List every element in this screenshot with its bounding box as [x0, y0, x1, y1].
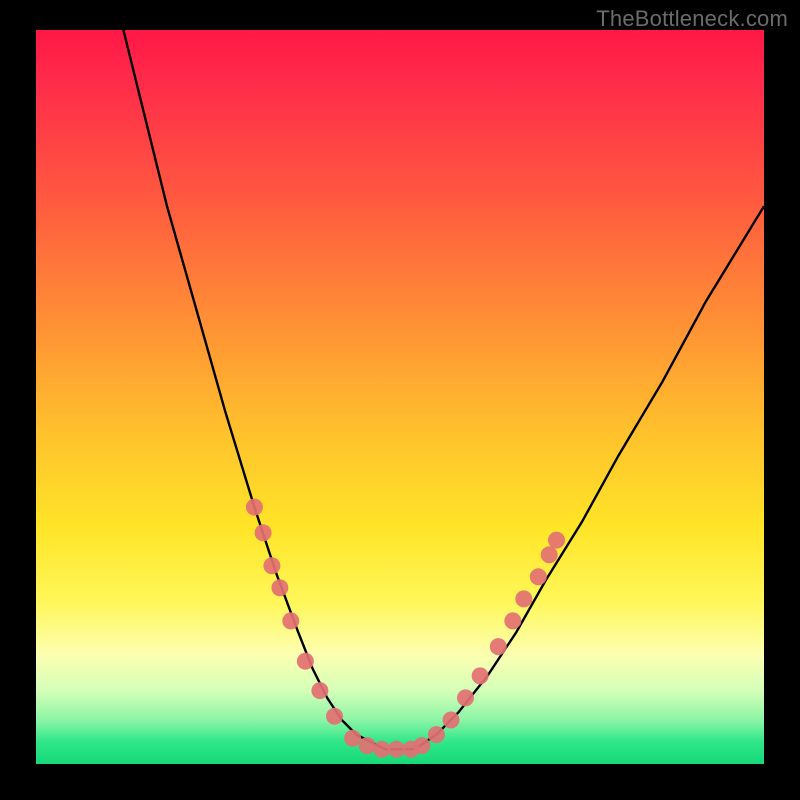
marker-dot [311, 682, 328, 699]
marker-dot [344, 730, 361, 747]
watermark-text: TheBottleneck.com [596, 6, 788, 32]
marker-dot [515, 590, 532, 607]
marker-dot [428, 726, 445, 743]
chart-frame: TheBottleneck.com [0, 0, 800, 800]
chart-svg [36, 30, 764, 764]
marker-dot [504, 612, 521, 629]
marker-dot [246, 499, 263, 516]
marker-dot [255, 524, 272, 541]
marker-dot [548, 532, 565, 549]
curve-markers [246, 499, 565, 758]
marker-dot [530, 568, 547, 585]
marker-dot [457, 689, 474, 706]
marker-dot [443, 712, 460, 729]
marker-dot [263, 557, 280, 574]
marker-dot [490, 638, 507, 655]
plot-area [36, 30, 764, 764]
marker-dot [388, 741, 405, 758]
marker-dot [472, 667, 489, 684]
marker-dot [541, 546, 558, 563]
bottleneck-curve [123, 30, 764, 749]
marker-dot [282, 612, 299, 629]
marker-dot [373, 741, 390, 758]
marker-dot [359, 737, 376, 754]
marker-dot [271, 579, 288, 596]
marker-dot [326, 708, 343, 725]
marker-dot [297, 653, 314, 670]
marker-dot [413, 737, 430, 754]
